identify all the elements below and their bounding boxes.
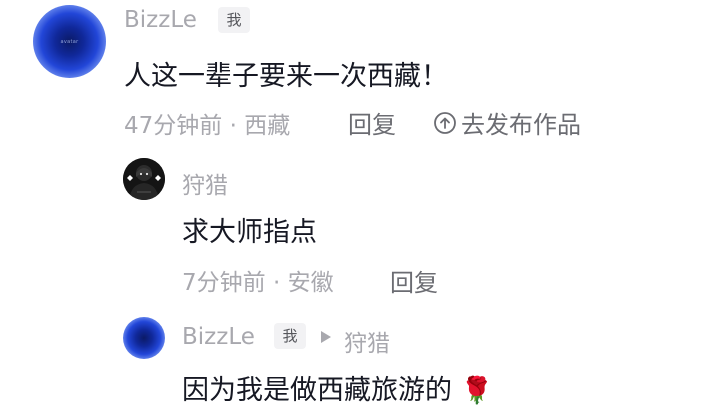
username[interactable]: 狩猎 — [182, 166, 228, 200]
comment-text-body: 因为我是做西藏旅游的 — [182, 375, 452, 406]
reply-to-username[interactable]: 狩猎 — [344, 324, 390, 358]
comment-text: 因为我是做西藏旅游的 🌹 — [182, 368, 493, 407]
avatar-label: avatar — [60, 38, 79, 45]
rose-emoji-icon: 🌹 — [460, 376, 493, 406]
avatar[interactable]: avatar — [33, 5, 106, 78]
username[interactable]: BizzLe — [124, 7, 197, 33]
comment-time: 47分钟前 — [124, 113, 223, 139]
author-badge: 我 — [274, 323, 306, 349]
username[interactable]: BizzLe — [182, 324, 255, 350]
person-silhouette-icon — [123, 158, 165, 200]
reply-button[interactable]: 回复 — [348, 105, 396, 140]
comment-meta: 47分钟前 · 西藏 — [124, 106, 290, 140]
publish-work-button[interactable]: 去发布作品 — [433, 105, 581, 140]
avatar[interactable] — [123, 158, 165, 200]
comment-time: 7分钟前 — [182, 270, 266, 296]
publish-work-label: 去发布作品 — [461, 111, 581, 139]
meta-separator: · — [265, 270, 288, 296]
play-arrow-icon — [320, 330, 332, 344]
comment-location: 安徽 — [287, 270, 334, 296]
comment-text: 求大师指点 — [182, 217, 317, 248]
author-badge: 我 — [218, 7, 250, 33]
meta-separator: · — [222, 113, 245, 139]
avatar[interactable] — [123, 317, 165, 359]
comment-meta: 7分钟前 · 安徽 — [182, 263, 334, 297]
upload-circle-icon — [433, 111, 457, 135]
comment-text: 人这一辈子要来一次西藏！ — [124, 61, 448, 92]
comment-location: 西藏 — [244, 113, 291, 139]
reply-button[interactable]: 回复 — [390, 263, 438, 298]
